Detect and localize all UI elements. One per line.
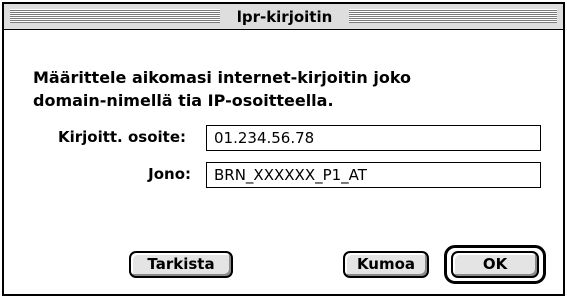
queue-input[interactable]: BRN_XXXXXX_P1_AT (206, 162, 541, 188)
cancel-button[interactable]: Kumoa (343, 251, 429, 278)
instruction-line: Määrittele aikomasi internet-kirjoitin j… (33, 68, 412, 87)
printer-address-label: Kirjoitt. osoite: (57, 128, 186, 146)
instruction-text: Määrittele aikomasi internet-kirjoitin j… (33, 66, 513, 112)
check-button[interactable]: Tarkista (129, 251, 233, 278)
lpr-printer-dialog: lpr-kirjoitin Määrittele aikomasi intern… (2, 2, 565, 296)
title-bar-stripes (10, 9, 220, 23)
dialog-title: lpr-kirjoitin (220, 7, 349, 27)
queue-label: Jono: (148, 165, 191, 183)
title-bar-stripes (349, 9, 557, 23)
ok-button[interactable]: OK (451, 251, 539, 278)
instruction-line: domain-nimellä tia IP-osoitteella. (33, 91, 334, 110)
printer-address-input[interactable]: 01.234.56.78 (206, 125, 541, 151)
title-bar[interactable]: lpr-kirjoitin (4, 4, 563, 30)
